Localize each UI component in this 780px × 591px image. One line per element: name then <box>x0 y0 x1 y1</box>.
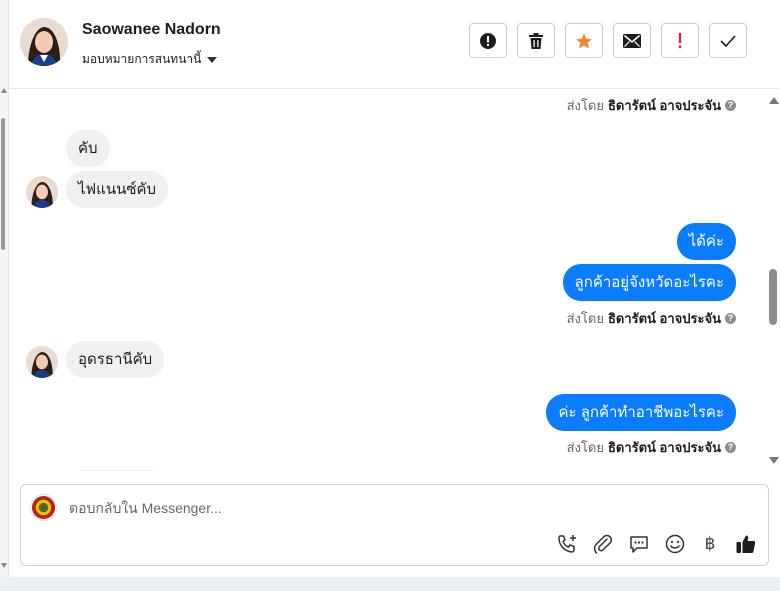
scroll-up-arrow[interactable] <box>1 88 7 93</box>
done-button[interactable] <box>709 23 747 58</box>
spam-button[interactable] <box>469 23 507 58</box>
contact-name: Saowanee Nadorn <box>82 21 221 38</box>
scroll-down-arrow[interactable] <box>769 457 779 464</box>
agent-name: ธิดารัตน์ อาจประจัน <box>607 311 721 326</box>
message-bubble-incoming[interactable]: อุดรธานีคับ <box>66 341 165 378</box>
delete-button[interactable] <box>517 23 555 58</box>
help-icon[interactable]: ? <box>725 313 736 324</box>
scroll-up-arrow[interactable] <box>769 97 779 104</box>
contact-avatar-small <box>26 176 58 208</box>
thumbs-up-icon <box>736 535 756 553</box>
conversation-header: Saowanee Nadorn มอบหมายการสนทนานี้ <box>9 0 780 89</box>
help-icon[interactable]: ? <box>725 100 736 111</box>
sent-by-prefix: ส่งโดย <box>566 440 604 455</box>
exclamation-icon <box>678 32 682 48</box>
message-bubble-incoming[interactable]: คับ <box>66 130 110 167</box>
scroll-down-arrow[interactable] <box>1 563 7 568</box>
add-call-icon <box>558 535 576 553</box>
reply-input[interactable] <box>69 497 709 519</box>
baht-icon[interactable]: ฿ <box>698 532 722 556</box>
assign-conversation-dropdown[interactable]: มอบหมายการสนทนานี้ <box>82 50 218 69</box>
message-bubble-outgoing[interactable]: ค่ะ ลูกค้าทำอาชีพอะไรคะ <box>546 394 736 431</box>
alert-circle-icon <box>480 32 496 49</box>
star-button[interactable] <box>565 23 603 58</box>
trash-icon <box>529 32 543 49</box>
scroll-thumb[interactable] <box>1 118 5 250</box>
like-button[interactable] <box>734 532 758 556</box>
message-bubble-incoming[interactable]: ไฟแนนซ์คับ <box>66 171 169 208</box>
message-bubble-outgoing[interactable]: ลูกค้าอยู่จังหวัดอะไรคะ <box>562 264 736 301</box>
star-icon <box>576 33 592 48</box>
emoji-button[interactable] <box>663 532 687 556</box>
scroll-thumb[interactable] <box>769 269 777 325</box>
important-button[interactable] <box>661 23 699 58</box>
message-bubble-outgoing[interactable]: ได้ค่ะ <box>676 223 736 260</box>
partial-bubble-edge <box>81 470 153 471</box>
thread-scrollbar[interactable] <box>766 89 780 471</box>
sent-by-line: ส่งโดย ธิดารัตน์ อาจประจัน ? <box>567 95 736 116</box>
envelope-icon <box>623 33 641 48</box>
message-thread[interactable]: ส่งโดย ธิดารัตน์ อาจประจัน ? คับ ไฟแนนซ์… <box>9 89 766 471</box>
agent-name: ธิดารัตน์ อาจประจัน <box>607 98 721 113</box>
saved-reply-icon <box>630 536 648 553</box>
attach-button[interactable] <box>591 532 615 556</box>
add-call-button[interactable] <box>555 532 579 556</box>
help-icon[interactable]: ? <box>725 442 736 453</box>
check-icon <box>720 34 736 47</box>
chevron-down-icon <box>207 56 218 63</box>
sent-by-line: ส่งโดย ธิดารัตน์ อาจประจัน ? <box>567 437 736 458</box>
contact-avatar-small <box>26 346 58 378</box>
page-scrollbar[interactable] <box>0 0 8 577</box>
emoji-icon <box>665 534 685 554</box>
agent-name: ธิดารัตน์ อาจประจัน <box>607 440 721 455</box>
attachment-icon <box>593 534 613 554</box>
contact-avatar[interactable] <box>20 18 68 66</box>
mark-unread-button[interactable] <box>613 23 651 58</box>
reply-composer: ฿ <box>20 484 769 566</box>
bottom-bar <box>0 577 780 591</box>
sent-by-prefix: ส่งโดย <box>566 311 604 326</box>
page-avatar <box>30 494 57 521</box>
sent-by-line: ส่งโดย ธิดารัตน์ อาจประจัน ? <box>567 308 736 329</box>
assign-label: มอบหมายการสนทนานี้ <box>82 52 202 66</box>
saved-reply-button[interactable] <box>627 532 651 556</box>
sent-by-prefix: ส่งโดย <box>566 98 604 113</box>
